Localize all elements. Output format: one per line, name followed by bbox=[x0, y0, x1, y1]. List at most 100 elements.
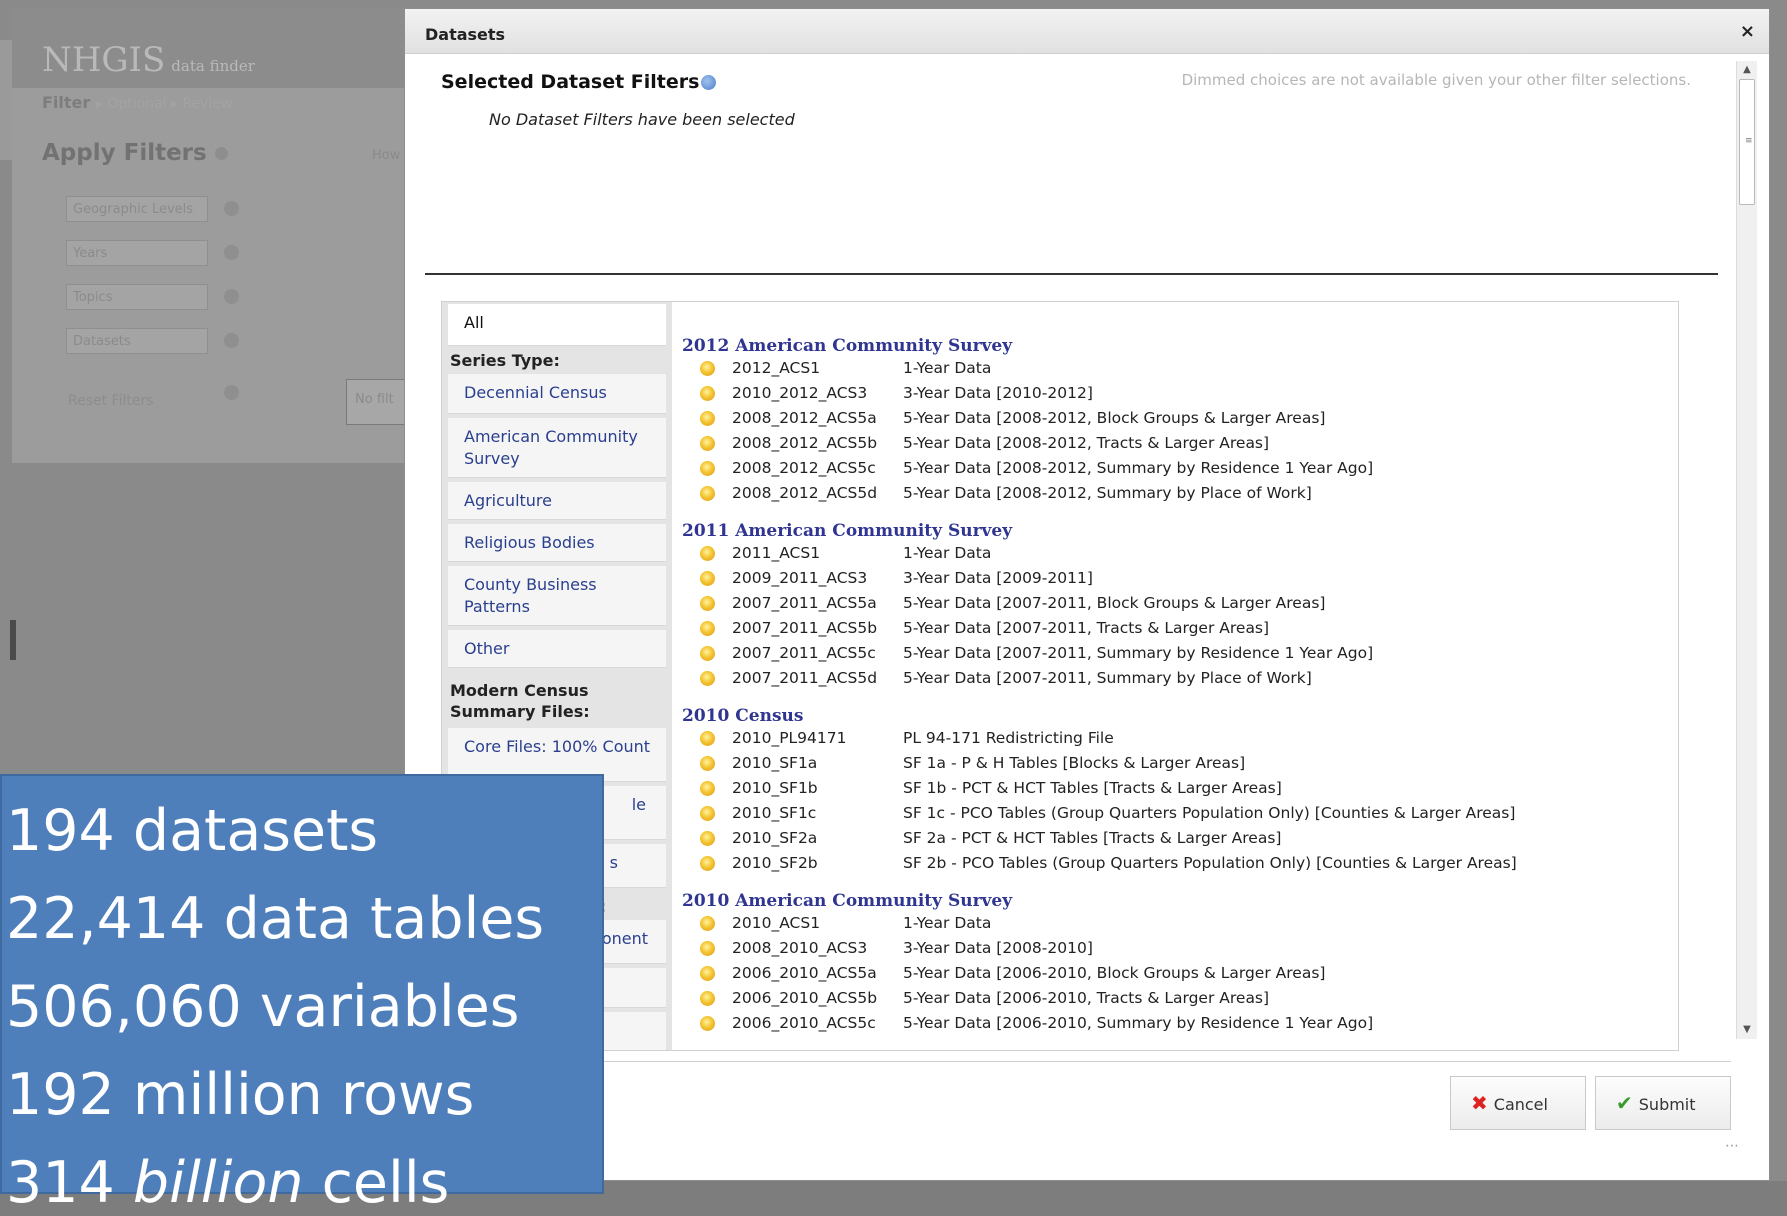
section-title: 2012 American Community Survey bbox=[682, 336, 1013, 356]
dataset-code: 2008_2012_ACS5d bbox=[732, 484, 878, 502]
selected-filters-heading: Selected Dataset Filters bbox=[441, 71, 717, 93]
no-filters-message: No Dataset Filters have been selected bbox=[489, 110, 795, 129]
add-dataset-icon[interactable] bbox=[700, 756, 715, 771]
add-dataset-icon[interactable] bbox=[700, 781, 715, 796]
add-dataset-icon[interactable] bbox=[700, 436, 715, 451]
stat-variables: 506,060 variables bbox=[6, 974, 520, 1040]
dataset-code: 2006_2010_ACS5a bbox=[732, 964, 877, 982]
add-dataset-icon[interactable] bbox=[700, 856, 715, 871]
add-dataset-icon[interactable] bbox=[700, 486, 715, 501]
stat-cells: 314 billion cells bbox=[6, 1150, 450, 1216]
add-dataset-icon[interactable] bbox=[700, 671, 715, 686]
reset-filters-link: Reset Filters bbox=[68, 393, 154, 409]
dataset-description: 3-Year Data [2008-2010] bbox=[903, 939, 1093, 957]
years-button: Years bbox=[66, 240, 208, 266]
add-dataset-icon[interactable] bbox=[700, 646, 715, 661]
dataset-code: 2010_PL94171 bbox=[732, 729, 847, 747]
submit-button[interactable]: ✔ Submit bbox=[1595, 1076, 1731, 1130]
add-dataset-icon[interactable] bbox=[700, 731, 715, 746]
dimmed-choices-note: Dimmed choices are not available given y… bbox=[1181, 71, 1691, 89]
how-link: How bbox=[372, 148, 401, 163]
add-dataset-icon[interactable] bbox=[700, 941, 715, 956]
dataset-description: SF 1c - PCO Tables (Group Quarters Popul… bbox=[903, 804, 1516, 822]
tab-american-community-survey[interactable]: American Community Survey bbox=[448, 418, 666, 478]
dataset-description: PL 94-171 Redistricting File bbox=[903, 729, 1114, 747]
apply-filters-title: Apply Filters bbox=[42, 140, 228, 166]
add-dataset-icon[interactable] bbox=[700, 966, 715, 981]
add-dataset-icon[interactable] bbox=[700, 916, 715, 931]
section-title: 2011 American Community Survey bbox=[682, 521, 1013, 541]
add-dataset-icon[interactable] bbox=[700, 1016, 715, 1031]
add-dataset-icon[interactable] bbox=[700, 546, 715, 561]
dataset-code: 2007_2011_ACS5b bbox=[732, 619, 878, 637]
add-dataset-icon[interactable] bbox=[700, 411, 715, 426]
dataset-description: 5-Year Data [2008-2012, Tracts & Larger … bbox=[903, 434, 1270, 452]
dataset-description: 5-Year Data [2006-2010, Tracts & Larger … bbox=[903, 989, 1270, 1007]
add-dataset-icon[interactable] bbox=[700, 991, 715, 1006]
breadcrumb: Filter ▸ Optional ▸ Review bbox=[42, 93, 233, 112]
dialog-title: Datasets bbox=[425, 25, 506, 44]
dataset-code: 2011_ACS1 bbox=[732, 544, 821, 562]
help-icon bbox=[224, 245, 239, 260]
dataset-description: 3-Year Data [2009-2011] bbox=[903, 569, 1093, 587]
dataset-code: 2007_2011_ACS5a bbox=[732, 594, 877, 612]
add-dataset-icon[interactable] bbox=[700, 386, 715, 401]
series-type-heading: Series Type: bbox=[450, 351, 560, 370]
vertical-scrollbar[interactable]: ▲ ≡ ▼ bbox=[1736, 61, 1757, 1039]
dataset-code: 2007_2011_ACS5d bbox=[732, 669, 878, 687]
dataset-code: 2012_ACS1 bbox=[732, 359, 821, 377]
dataset-code: 2008_2012_ACS5b bbox=[732, 434, 878, 452]
help-icon[interactable] bbox=[701, 75, 717, 90]
add-dataset-icon[interactable] bbox=[700, 361, 715, 376]
tab-county-business-patterns[interactable]: County Business Patterns bbox=[448, 566, 666, 626]
topics-button: Topics bbox=[66, 284, 208, 310]
dataset-code: 2010_SF1a bbox=[732, 754, 818, 772]
add-dataset-icon[interactable] bbox=[700, 596, 715, 611]
stat-datasets: 194 datasets bbox=[6, 798, 379, 864]
dataset-description: 5-Year Data [2007-2011, Summary by Place… bbox=[903, 669, 1312, 687]
close-icon[interactable]: × bbox=[1740, 21, 1755, 42]
stat-rows: 192 million rows bbox=[6, 1062, 475, 1128]
dataset-code: 2008_2012_ACS5c bbox=[732, 459, 876, 477]
tab-all[interactable]: All bbox=[448, 304, 666, 346]
dataset-description: 5-Year Data [2006-2010, Block Groups & L… bbox=[903, 964, 1326, 982]
add-dataset-icon[interactable] bbox=[700, 621, 715, 636]
dataset-description: 5-Year Data [2008-2012, Block Groups & L… bbox=[903, 409, 1326, 427]
dataset-description: SF 1a - P & H Tables [Blocks & Larger Ar… bbox=[903, 754, 1246, 772]
tab-other[interactable]: Other bbox=[448, 630, 666, 668]
dataset-browser: All Series Type: Decennial Census Americ… bbox=[441, 301, 1679, 1051]
section-title: 2010 American Community Survey bbox=[682, 891, 1013, 911]
dataset-description: 5-Year Data [2007-2011, Summary by Resid… bbox=[903, 644, 1374, 662]
dataset-description: SF 2b - PCO Tables (Group Quarters Popul… bbox=[903, 854, 1517, 872]
dataset-code: 2006_2010_ACS5c bbox=[732, 1014, 876, 1032]
scroll-up-icon[interactable]: ▲ bbox=[1737, 61, 1757, 79]
dataset-code: 2008_2012_ACS5a bbox=[732, 409, 877, 427]
dataset-description: 1-Year Data bbox=[903, 359, 992, 377]
dataset-code: 2010_SF2b bbox=[732, 854, 818, 872]
resize-grip-icon[interactable]: ⋯ bbox=[1725, 1138, 1739, 1154]
tab-decennial-census[interactable]: Decennial Census bbox=[448, 374, 666, 414]
nhgis-logo: NHGIS data finder bbox=[42, 40, 255, 80]
dataset-description: 5-Year Data [2007-2011, Block Groups & L… bbox=[903, 594, 1326, 612]
help-icon bbox=[224, 201, 239, 216]
stat-data-tables: 22,414 data tables bbox=[6, 886, 545, 952]
add-dataset-icon[interactable] bbox=[700, 461, 715, 476]
dataset-code: 2008_2010_ACS3 bbox=[732, 939, 868, 957]
dataset-code: 2010_SF1c bbox=[732, 804, 817, 822]
dataset-description: 5-Year Data [2008-2012, Summary by Place… bbox=[903, 484, 1312, 502]
cancel-button[interactable]: ✖ Cancel bbox=[1450, 1076, 1586, 1130]
add-dataset-icon[interactable] bbox=[700, 806, 715, 821]
scrollbar-thumb[interactable]: ≡ bbox=[1739, 79, 1755, 205]
window-edge bbox=[0, 40, 12, 160]
help-icon bbox=[214, 147, 228, 160]
add-dataset-icon[interactable] bbox=[700, 571, 715, 586]
add-dataset-icon[interactable] bbox=[700, 831, 715, 846]
help-icon bbox=[224, 333, 239, 348]
dataset-description: 5-Year Data [2008-2012, Summary by Resid… bbox=[903, 459, 1374, 477]
tab-religious-bodies[interactable]: Religious Bodies bbox=[448, 524, 666, 562]
tab-agriculture[interactable]: Agriculture bbox=[448, 482, 666, 520]
window-edge bbox=[10, 620, 16, 660]
scroll-down-icon[interactable]: ▼ bbox=[1737, 1021, 1757, 1039]
dataset-description: 5-Year Data [2007-2011, Tracts & Larger … bbox=[903, 619, 1270, 637]
divider bbox=[425, 273, 1718, 275]
